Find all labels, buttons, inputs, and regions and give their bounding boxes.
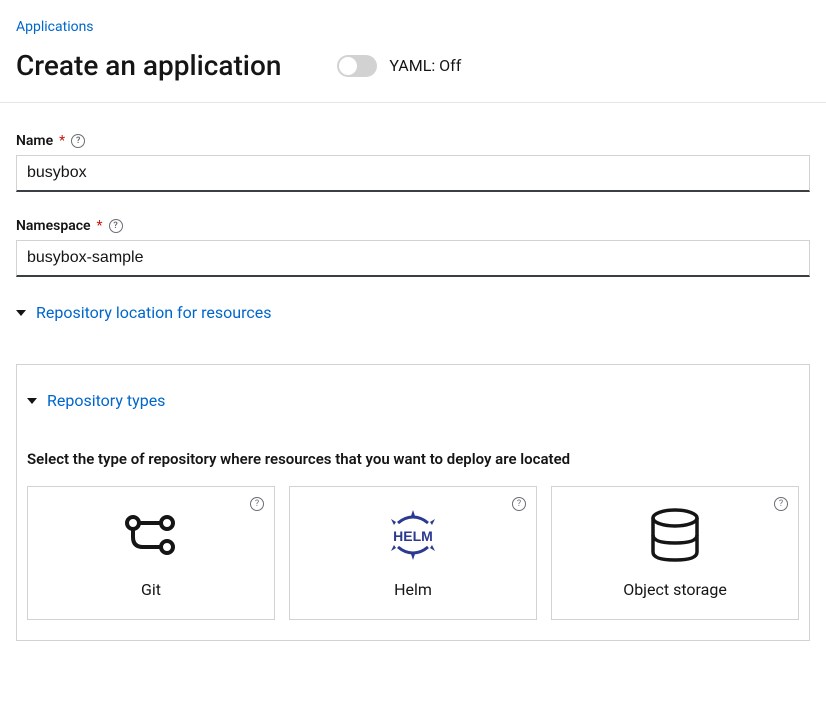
help-icon[interactable]: ? — [109, 219, 123, 233]
chevron-down-icon — [16, 303, 26, 322]
repo-types-label: Repository types — [47, 391, 165, 410]
git-icon — [123, 508, 179, 562]
repo-panel: Repository types Select the type of repo… — [16, 364, 810, 641]
repo-types-toggle[interactable]: Repository types — [27, 391, 799, 410]
repo-card-helm[interactable]: ? HELM — [289, 486, 537, 620]
namespace-label: Namespace — [16, 218, 91, 234]
repo-location-label: Repository location for resources — [36, 303, 271, 322]
help-icon[interactable]: ? — [250, 497, 264, 511]
required-indicator: * — [59, 133, 65, 149]
repo-card-git[interactable]: ? Git — [27, 486, 275, 620]
help-icon[interactable]: ? — [774, 497, 788, 511]
help-icon[interactable]: ? — [71, 134, 85, 148]
card-label-git: Git — [141, 580, 161, 599]
name-input[interactable] — [16, 155, 810, 192]
repo-location-toggle[interactable]: Repository location for resources — [16, 303, 810, 322]
help-icon[interactable]: ? — [512, 497, 526, 511]
namespace-input[interactable] — [16, 240, 810, 277]
required-indicator: * — [97, 218, 103, 234]
card-label-object-storage: Object storage — [623, 580, 727, 599]
repo-select-text: Select the type of repository where reso… — [27, 450, 799, 468]
yaml-toggle[interactable] — [337, 55, 377, 77]
name-label: Name — [16, 133, 53, 149]
helm-icon: HELM — [383, 508, 443, 562]
chevron-down-icon — [27, 391, 37, 410]
card-label-helm: Helm — [394, 580, 432, 599]
svg-text:HELM: HELM — [393, 528, 433, 544]
object-storage-icon — [650, 508, 700, 562]
page-title: Create an application — [16, 49, 281, 82]
repo-card-object-storage[interactable]: ? Object storage — [551, 486, 799, 620]
breadcrumb-applications[interactable]: Applications — [16, 19, 94, 35]
yaml-toggle-label: YAML: Off — [389, 56, 461, 75]
